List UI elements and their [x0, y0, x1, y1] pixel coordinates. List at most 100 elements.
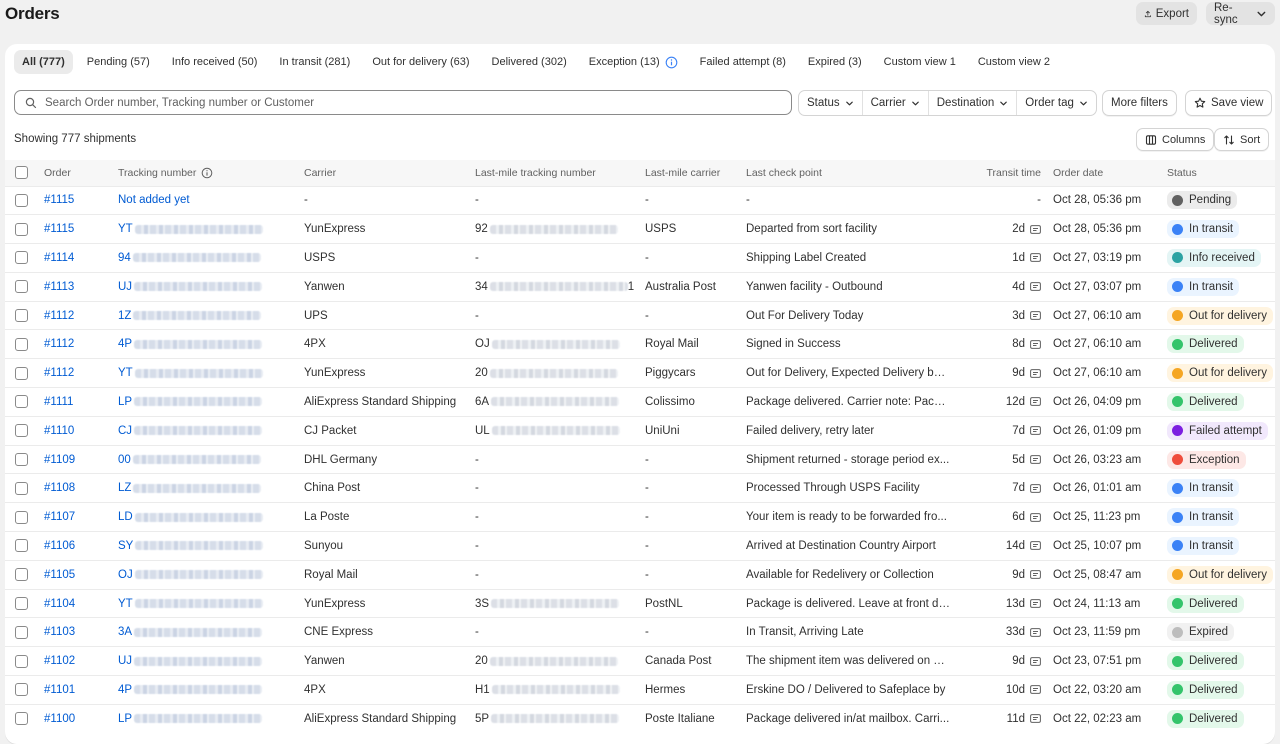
save-view-button[interactable]: Save view [1185, 90, 1273, 116]
tracking-number[interactable]: CJ [118, 425, 304, 437]
order-link[interactable]: #1101 [44, 684, 75, 696]
order-link[interactable]: #1107 [44, 511, 75, 523]
lm-tracking-number[interactable]: 3S [475, 598, 645, 610]
export-button[interactable]: Export [1136, 2, 1197, 25]
tracking-number[interactable]: LP [118, 713, 304, 725]
tab-1[interactable]: Pending (57) [79, 50, 158, 74]
header-status[interactable]: Status [1167, 160, 1275, 186]
tracking-number[interactable]: 4P [118, 338, 304, 350]
header-carrier[interactable]: Carrier [304, 160, 475, 186]
message-icon[interactable] [1030, 339, 1041, 349]
tracking-number[interactable]: 4P [118, 684, 304, 696]
order-link[interactable]: #1112 [44, 310, 74, 322]
tracking-number[interactable]: 94 [118, 252, 304, 264]
table-row[interactable]: #1106 SY Sunyou - - Arrived at Destination Co… [5, 531, 1275, 561]
lm-tracking-number[interactable]: H1 [475, 684, 645, 696]
lm-tracking-number[interactable]: 20 [475, 655, 645, 667]
order-link[interactable]: #1112 [44, 338, 74, 350]
row-checkbox[interactable] [15, 193, 28, 207]
tracking-number[interactable]: LP [118, 396, 304, 408]
order-link[interactable]: #1111 [44, 396, 73, 408]
message-icon[interactable] [1030, 397, 1041, 407]
table-row[interactable]: #1100 LP AliExpress Standard Shipping 5P Pos… [5, 703, 1275, 734]
message-icon[interactable] [1030, 512, 1041, 522]
tracking-number[interactable]: UJ [118, 281, 304, 293]
tracking-number[interactable]: YT [118, 598, 304, 610]
message-icon[interactable] [1030, 541, 1041, 551]
message-icon[interactable] [1030, 483, 1041, 493]
search-box[interactable] [14, 90, 792, 115]
row-checkbox[interactable] [15, 539, 28, 553]
search-input[interactable] [45, 96, 745, 109]
tab-3[interactable]: In transit (281) [271, 50, 358, 74]
row-checkbox[interactable] [15, 712, 28, 726]
row-checkbox[interactable] [15, 395, 28, 409]
order-link[interactable]: #1108 [44, 482, 75, 494]
table-row[interactable]: #1112 1Z UPS - - Out For Delivery Today 3d Oct … [5, 300, 1275, 330]
header-order[interactable]: Order [44, 160, 118, 186]
order-link[interactable]: #1112 [44, 367, 74, 379]
row-checkbox[interactable] [15, 683, 28, 697]
table-row[interactable]: #1115 YT YunExpress 92 USPS Departed from sor… [5, 214, 1275, 244]
message-icon[interactable] [1030, 455, 1041, 464]
table-row[interactable]: #1101 4P 4PX H1 Hermes Erskine DO / Delivered… [5, 675, 1275, 705]
tracking-number[interactable]: SY [118, 540, 304, 552]
header-checkpoint[interactable]: Last check point [746, 160, 974, 186]
row-checkbox[interactable] [15, 280, 28, 294]
row-checkbox[interactable] [15, 222, 28, 236]
order-link[interactable]: #1110 [44, 425, 74, 437]
lm-tracking-number[interactable]: 6A [475, 396, 645, 408]
row-checkbox[interactable] [15, 510, 28, 524]
table-row[interactable]: #1109 00 DHL Germany - - Shipment returned - … [5, 444, 1275, 474]
order-link[interactable]: #1113 [44, 281, 74, 293]
message-icon[interactable] [1030, 224, 1041, 234]
info-icon[interactable] [201, 167, 213, 179]
filter-destination[interactable]: Destination [929, 91, 1018, 115]
message-icon[interactable] [1030, 599, 1041, 608]
row-checkbox[interactable] [15, 424, 28, 438]
order-link[interactable]: #1105 [44, 569, 75, 581]
tab-8[interactable]: Expired (3) [800, 50, 870, 74]
tracking-number[interactable]: LZ [118, 482, 304, 494]
tracking-number[interactable]: 3A [118, 626, 304, 638]
row-checkbox[interactable] [15, 625, 28, 639]
columns-button[interactable]: Columns [1136, 128, 1215, 151]
tracking-number[interactable]: YT [118, 367, 304, 379]
lm-tracking-number[interactable]: 34 1 [475, 281, 645, 293]
row-checkbox[interactable] [15, 309, 28, 323]
row-checkbox[interactable] [15, 366, 28, 380]
row-checkbox[interactable] [15, 654, 28, 668]
message-icon[interactable] [1030, 368, 1041, 378]
tab-4[interactable]: Out for delivery (63) [364, 50, 477, 74]
table-row[interactable]: #1112 YT YunExpress 20 Piggycars Out for Deli… [5, 358, 1275, 388]
lm-tracking-number[interactable]: UL [475, 425, 645, 437]
tracking-number[interactable]: 00 [118, 454, 304, 466]
row-checkbox[interactable] [15, 337, 28, 351]
order-link[interactable]: #1104 [44, 598, 75, 610]
row-checkbox[interactable] [15, 453, 28, 467]
tab-7[interactable]: Failed attempt (8) [692, 50, 794, 74]
tab-6[interactable]: Exception (13) [581, 50, 686, 74]
lm-tracking-number[interactable]: 20 [475, 367, 645, 379]
filter-carrier[interactable]: Carrier [863, 91, 929, 115]
more-filters-button[interactable]: More filters [1102, 90, 1177, 116]
tab-5[interactable]: Delivered (302) [484, 50, 575, 74]
lm-tracking-number[interactable]: 92 [475, 223, 645, 235]
message-icon[interactable] [1030, 311, 1041, 320]
message-icon[interactable] [1030, 685, 1041, 695]
header-tracking[interactable]: Tracking number [118, 160, 304, 186]
header-lm-carrier[interactable]: Last-mile carrier [645, 160, 746, 186]
header-transit[interactable]: Transit time [974, 160, 1053, 186]
order-link[interactable]: #1114 [44, 252, 74, 264]
filter-order-tag[interactable]: Order tag [1017, 91, 1096, 115]
tracking-number[interactable]: UJ [118, 655, 304, 667]
row-checkbox[interactable] [15, 597, 28, 611]
row-checkbox[interactable] [15, 481, 28, 495]
tracking-number[interactable]: 1Z [118, 310, 304, 322]
order-link[interactable]: #1103 [44, 626, 75, 638]
tab-0[interactable]: All (777) [14, 50, 73, 74]
header-order-date[interactable]: Order date [1053, 160, 1167, 186]
header-lm-tracking[interactable]: Last-mile tracking number [475, 160, 645, 186]
resync-button[interactable]: Re-sync [1206, 2, 1275, 26]
message-icon[interactable] [1030, 656, 1041, 666]
